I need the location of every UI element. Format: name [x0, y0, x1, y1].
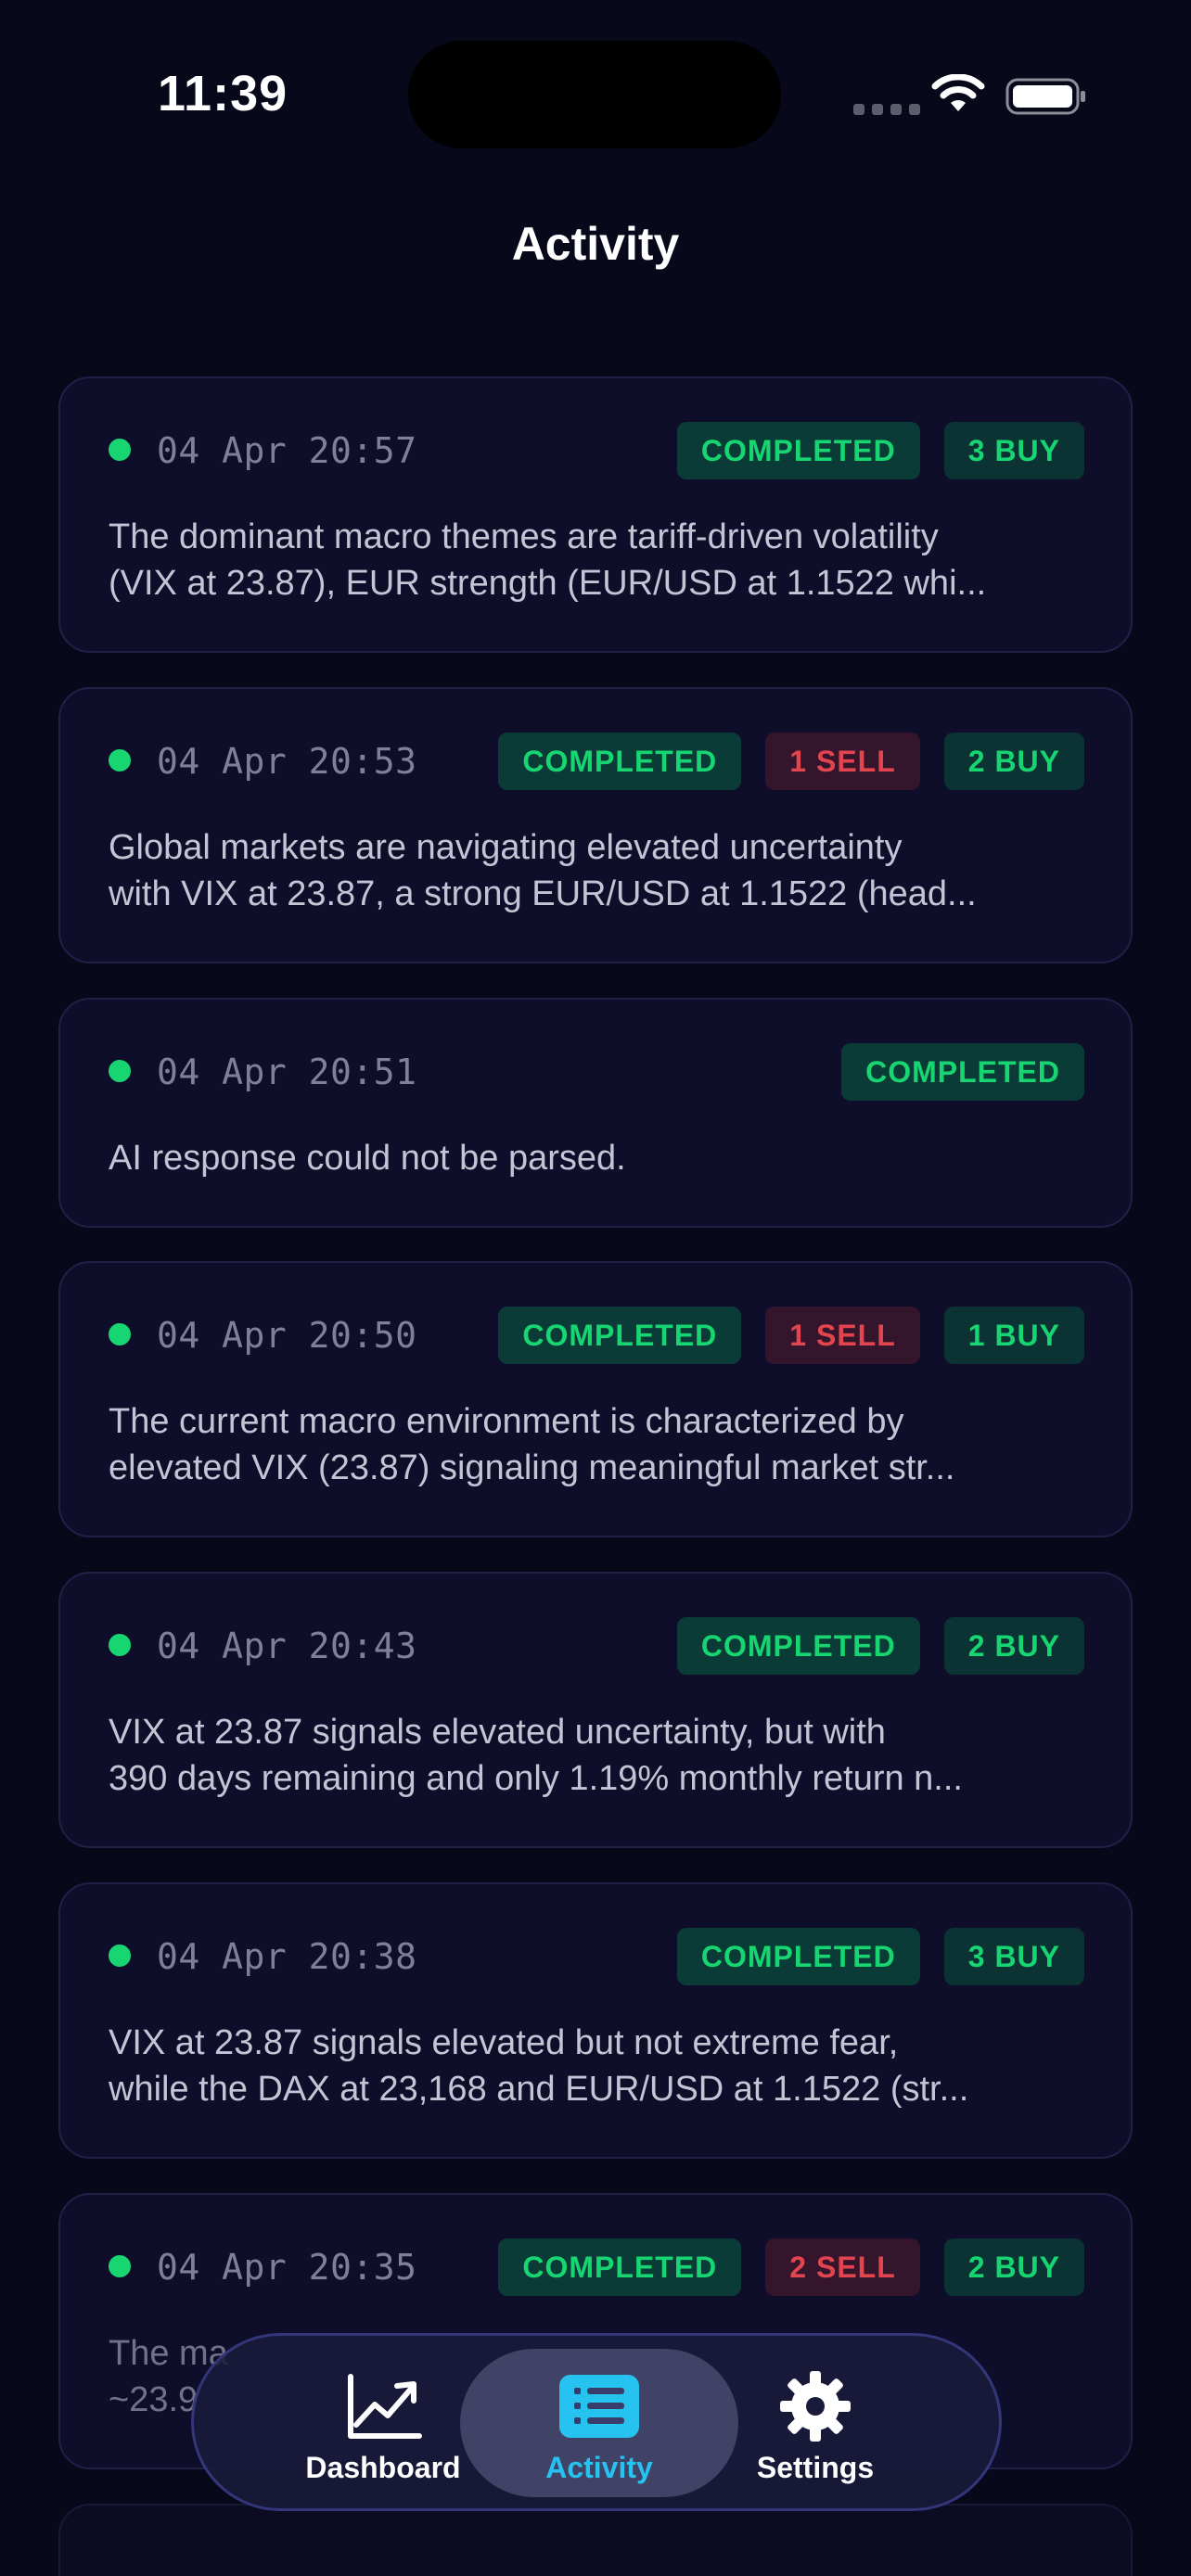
tab-settings[interactable]: Settings: [676, 2349, 954, 2497]
status-dot: [109, 1060, 131, 1082]
buy-badge: 3 BUY: [943, 1928, 1084, 1985]
list-icon: [559, 2375, 639, 2438]
tab-label: Settings: [756, 2451, 875, 2484]
status-badge: COMPLETED: [498, 1307, 742, 1364]
status-bar: 11:39: [0, 0, 1191, 195]
status-dot: [109, 1945, 131, 1967]
activity-card[interactable]: 04 Apr 20:38 COMPLETED 3 BUY VIX at 23.8…: [58, 1882, 1133, 2159]
activity-date: 04 Apr 20:57: [157, 430, 417, 471]
wifi-icon: [931, 74, 985, 111]
activity-summary: AI response could not be parsed.: [109, 1139, 626, 1178]
activity-summary: VIX at 23.87 signals elevated uncertaint…: [109, 1713, 963, 1798]
tab-bar: Dashboard Activity Settings: [191, 2333, 1002, 2511]
activity-date: 04 Apr 20:50: [157, 1315, 417, 1356]
tab-label: Activity: [545, 2451, 653, 2484]
battery-icon: [1005, 78, 1085, 115]
activity-date: 04 Apr 20:38: [157, 1936, 417, 1977]
activity-date: 04 Apr 20:53: [157, 741, 417, 782]
page-title: Activity: [511, 218, 680, 270]
activity-card[interactable]: 04 Apr 20:50 COMPLETED 1 SELL 1 BUY The …: [58, 1261, 1133, 1537]
chart-trend-icon: [348, 2374, 422, 2439]
sell-badge: 2 SELL: [765, 2238, 920, 2296]
status-badge: COMPLETED: [676, 422, 920, 479]
activity-card[interactable]: 04 Apr 20:53 COMPLETED 1 SELL 2 BUY Glob…: [58, 687, 1133, 963]
tab-label: Dashboard: [305, 2451, 461, 2484]
status-dot: [109, 2255, 131, 2277]
activity-date: 04 Apr 20:51: [157, 1052, 417, 1092]
activity-card[interactable]: 04 Apr 20:57 COMPLETED 3 BUY The dominan…: [58, 376, 1133, 653]
sell-badge: 1 SELL: [765, 733, 920, 790]
status-dot: [109, 1634, 131, 1656]
activity-card[interactable]: 04 Apr 20:43 COMPLETED 2 BUY VIX at 23.8…: [58, 1572, 1133, 1848]
gear-icon: [780, 2371, 851, 2442]
buy-badge: 2 BUY: [943, 733, 1084, 790]
activity-summary: Global markets are navigating elevated u…: [109, 828, 977, 913]
activity-card[interactable]: 04 Apr 20:51 COMPLETED AI response could…: [58, 998, 1133, 1228]
status-dot: [109, 749, 131, 772]
status-badge: COMPLETED: [676, 1928, 920, 1985]
status-badge: COMPLETED: [841, 1043, 1084, 1101]
status-badge: COMPLETED: [498, 2238, 742, 2296]
status-dot: [109, 1323, 131, 1345]
status-dot: [109, 439, 131, 461]
activity-date: 04 Apr 20:43: [157, 1626, 417, 1666]
status-time: 11:39: [158, 66, 288, 121]
buy-badge: 1 BUY: [943, 1307, 1084, 1364]
status-badge: COMPLETED: [498, 733, 742, 790]
buy-badge: 3 BUY: [943, 422, 1084, 479]
activity-summary: The current macro environment is charact…: [109, 1402, 955, 1487]
buy-badge: 2 BUY: [943, 1617, 1084, 1675]
activity-card-partial[interactable]: [58, 2504, 1133, 2576]
activity-summary: The dominant macro themes are tariff-dri…: [109, 517, 987, 603]
status-badge: COMPLETED: [676, 1617, 920, 1675]
buy-badge: 2 BUY: [943, 2238, 1084, 2296]
dynamic-island: [408, 41, 781, 148]
sell-badge: 1 SELL: [765, 1307, 920, 1364]
activity-summary: VIX at 23.87 signals elevated but not ex…: [109, 2023, 969, 2109]
cellular-signal-icon: [853, 104, 920, 115]
activity-date: 04 Apr 20:35: [157, 2247, 417, 2288]
